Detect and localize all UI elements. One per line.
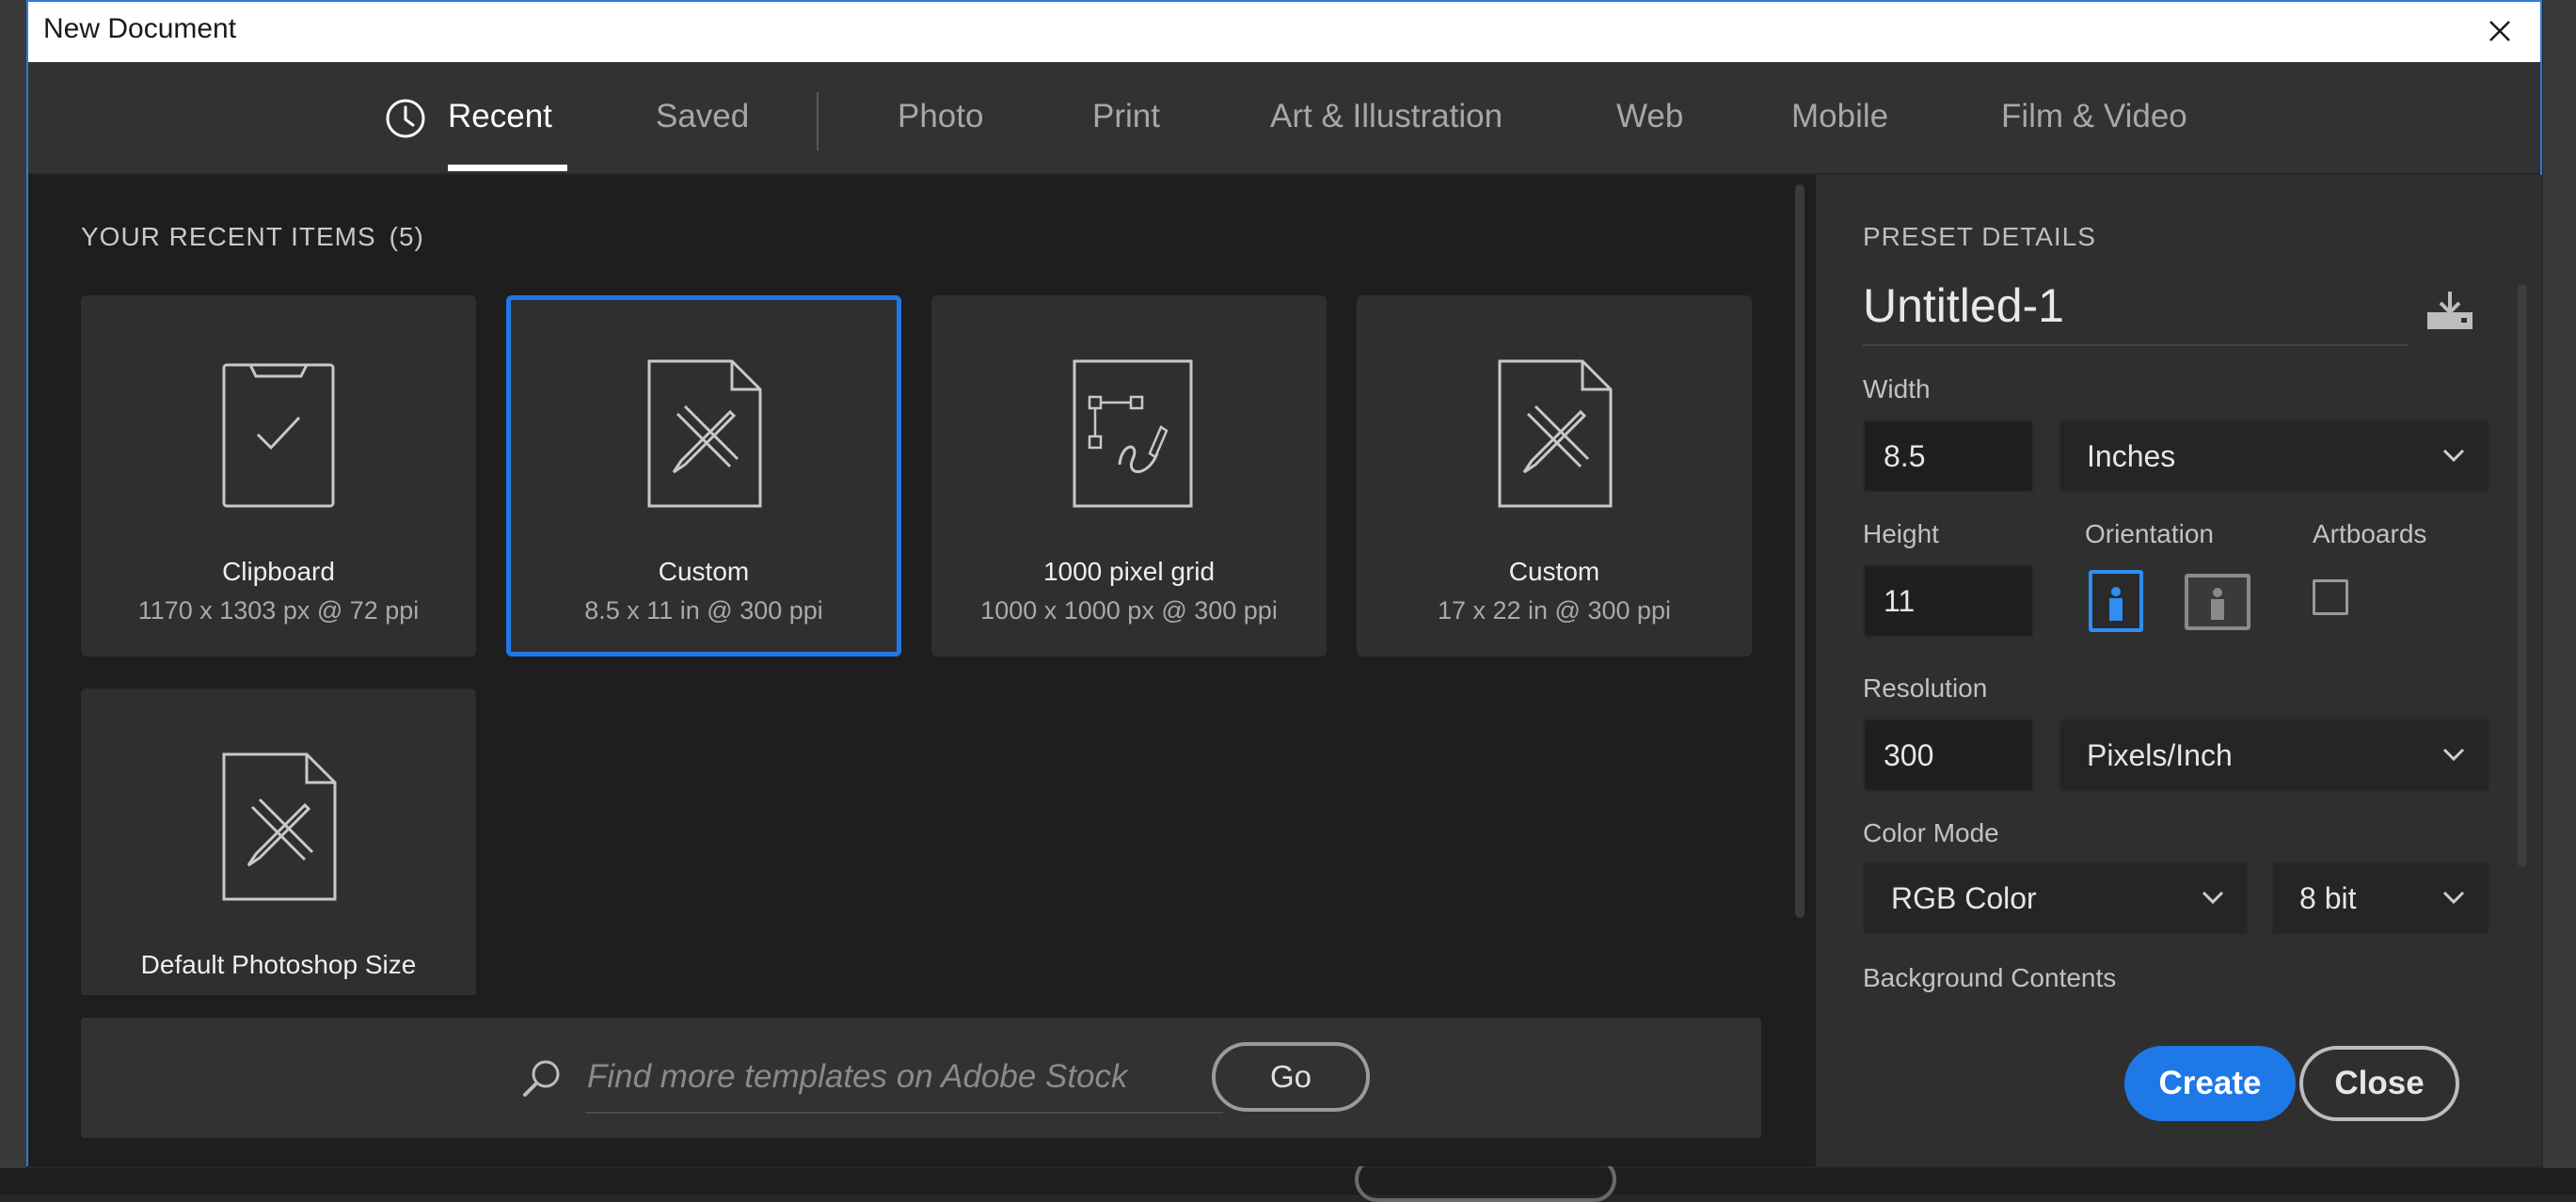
chevron-down-icon: [2202, 891, 2224, 905]
tab-divider: [817, 92, 819, 150]
resolution-label: Resolution: [1863, 673, 1988, 703]
recent-item-card[interactable]: 1000 pixel grid 1000 x 1000 px @ 300 ppi: [931, 295, 1327, 656]
width-label: Width: [1863, 374, 1931, 403]
artboards-label: Artboards: [2313, 519, 2427, 548]
recent-item-meta: 1000 x 1000 px @ 300 ppi: [980, 596, 1278, 625]
recent-item-name: Clipboard: [222, 557, 335, 586]
recent-item-card[interactable]: Default Photoshop Size: [81, 688, 476, 995]
preset-details-heading: PRESET DETAILS: [1863, 222, 2096, 251]
landscape-orientation-icon[interactable]: [2185, 574, 2250, 630]
recent-item-name: Custom: [1508, 557, 1600, 586]
custom-document-icon: [647, 359, 762, 508]
tab-print[interactable]: Print: [1092, 98, 1160, 135]
tab-film-video[interactable]: Film & Video: [2001, 98, 2187, 135]
recent-item-meta: 1170 x 1303 px @ 72 ppi: [137, 596, 420, 625]
recent-item-name: Default Photoshop Size: [140, 950, 417, 979]
vector-document-icon: [1073, 359, 1193, 508]
window-close-icon[interactable]: [2478, 9, 2521, 53]
recent-item-meta: 8.5 x 11 in @ 300 ppi: [584, 596, 823, 625]
tab-art-illustration[interactable]: Art & Illustration: [1270, 98, 1503, 135]
resolution-unit-value: Pixels/Inch: [2087, 738, 2233, 772]
recent-items-scrollbar[interactable]: [1795, 184, 1805, 918]
recent-item-card[interactable]: Custom 17 x 22 in @ 300 ppi: [1357, 295, 1752, 656]
bit-depth-select[interactable]: 8 bit: [2271, 862, 2489, 935]
adobe-stock-search-input[interactable]: [585, 1042, 1223, 1114]
chevron-down-icon: [2442, 748, 2465, 762]
resolution-input[interactable]: 300: [1863, 719, 2034, 792]
background-contents-label: Background Contents: [1863, 963, 2117, 992]
recent-item-card-selected[interactable]: Custom 8.5 x 11 in @ 300 ppi: [506, 295, 901, 656]
recent-item-card[interactable]: Clipboard 1170 x 1303 px @ 72 ppi: [81, 295, 476, 656]
recent-items-title: YOUR RECENT ITEMS: [81, 222, 376, 251]
width-input[interactable]: 8.5: [1863, 419, 2034, 493]
color-mode-value: RGB Color: [1891, 881, 2037, 915]
recent-item-name: 1000 pixel grid: [1042, 557, 1216, 586]
window-title: New Document: [43, 13, 237, 44]
search-icon: [523, 1060, 560, 1097]
color-mode-label: Color Mode: [1863, 818, 1999, 847]
new-document-dialog: New Document Recent Saved Photo Print Ar…: [26, 0, 2542, 1166]
width-unit-select[interactable]: Inches: [2059, 419, 2489, 493]
background-app-bottom: [0, 1168, 2576, 1194]
save-preset-icon[interactable]: [2424, 288, 2476, 333]
create-button[interactable]: Create: [2124, 1046, 2296, 1121]
tab-web[interactable]: Web: [1616, 98, 1683, 135]
clipboard-icon: [222, 363, 335, 508]
height-input[interactable]: 11: [1863, 564, 2034, 638]
tab-recent[interactable]: Recent: [448, 98, 552, 135]
close-button[interactable]: Close: [2299, 1046, 2459, 1121]
bit-depth-value: 8 bit: [2299, 881, 2357, 915]
tab-photo[interactable]: Photo: [898, 98, 983, 135]
recent-items-panel: YOUR RECENT ITEMS (5) Clipboard 1170 x 13…: [28, 175, 1816, 1166]
title-bar: New Document: [28, 2, 2540, 62]
artboards-checkbox[interactable]: [2313, 579, 2348, 615]
go-button[interactable]: Go: [1212, 1042, 1370, 1112]
adobe-stock-search-bar: Go: [81, 1018, 1761, 1138]
resolution-unit-select[interactable]: Pixels/Inch: [2059, 719, 2489, 792]
orientation-label: Orientation: [2085, 519, 2214, 548]
preset-details-scrollbar[interactable]: [2518, 284, 2527, 867]
recent-items-count: (5): [389, 222, 424, 251]
category-tabs: Recent Saved Photo Print Art & Illustrat…: [28, 62, 2540, 175]
chevron-down-icon: [2442, 891, 2465, 905]
custom-document-icon: [222, 752, 337, 901]
active-tab-indicator: [448, 165, 567, 171]
recent-item-name: Custom: [658, 557, 750, 586]
preset-details-panel: PRESET DETAILS Untitled-1 Width 8.5 Inch…: [1816, 175, 2542, 1166]
tab-mobile[interactable]: Mobile: [1791, 98, 1888, 135]
tab-saved[interactable]: Saved: [656, 98, 749, 135]
custom-document-icon: [1498, 359, 1613, 508]
document-name-field[interactable]: Untitled-1: [1863, 278, 2409, 346]
clock-icon: [386, 99, 425, 138]
height-label: Height: [1863, 519, 1939, 548]
width-unit-value: Inches: [2087, 439, 2176, 473]
color-mode-select[interactable]: RGB Color: [1863, 862, 2249, 935]
recent-items-heading: YOUR RECENT ITEMS (5): [81, 222, 424, 252]
chevron-down-icon: [2442, 449, 2465, 463]
background-app-left: [0, 0, 26, 1194]
recent-item-meta: 17 x 22 in @ 300 ppi: [1437, 596, 1672, 625]
background-app-right: [2543, 0, 2576, 1194]
portrait-orientation-icon[interactable]: [2089, 570, 2143, 632]
